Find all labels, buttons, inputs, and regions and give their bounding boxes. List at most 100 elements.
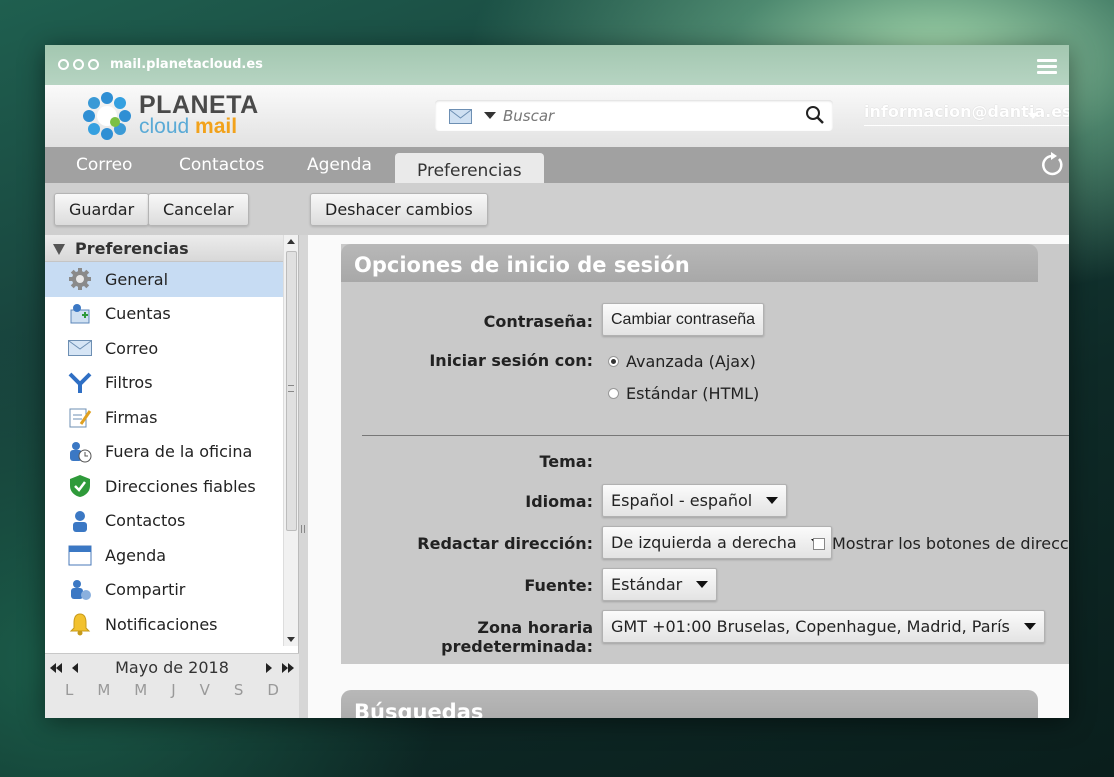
show-direction-buttons[interactable]: Mostrar los botones de dirección	[813, 534, 1069, 553]
out-of-office-icon	[67, 439, 93, 465]
search-icon[interactable]	[805, 105, 825, 125]
envelope-icon	[67, 335, 93, 361]
sidebar-header[interactable]: Preferencias	[45, 235, 298, 262]
timezone-select[interactable]: GMT +01:00 Bruselas, Copenhague, Madrid,…	[602, 610, 1045, 643]
pane-splitter[interactable]	[299, 235, 308, 718]
mini-calendar: Mayo de 2018 L M M J V S D	[45, 653, 299, 718]
browser-window: mail.planetacloud.es PLANETA cloud mail	[45, 45, 1069, 718]
window-control-dot[interactable]	[58, 59, 69, 70]
logo-title: PLANETA	[139, 91, 259, 119]
scrollbar-grip-icon	[288, 385, 294, 392]
sidebar-item-compartir[interactable]: Compartir	[45, 573, 283, 608]
font-select[interactable]: Estándar	[602, 568, 718, 601]
sidebar-item-notificaciones[interactable]: Notificaciones	[45, 607, 283, 642]
sidebar-item-label: Direcciones fiables	[105, 476, 256, 496]
logo-subtitle: cloud mail	[139, 116, 259, 138]
preferences-sidebar: Preferencias General Cuentas Correo Filt…	[45, 235, 299, 718]
sidebar-item-label: Fuera de la oficina	[105, 442, 253, 462]
sidebar-scrollbar[interactable]	[283, 235, 298, 646]
sidebar-item-general[interactable]: General	[45, 262, 283, 297]
theme-label: Tema:	[539, 452, 593, 471]
sidebar-item-filtros[interactable]: Filtros	[45, 366, 283, 401]
prev-month-icon[interactable]	[72, 662, 78, 673]
weekday-label: S	[233, 681, 244, 699]
refresh-icon[interactable]	[1039, 152, 1065, 178]
chevron-down-icon	[766, 497, 779, 504]
checkbox-label: Mostrar los botones de dirección	[832, 534, 1069, 553]
show-direction-checkbox[interactable]	[813, 537, 825, 550]
window-control-dot[interactable]	[73, 59, 84, 70]
next-month-icon[interactable]	[266, 662, 272, 673]
tab-contactos[interactable]: Contactos	[179, 147, 264, 183]
timezone-label: Zona horaria predeterminada:	[441, 618, 593, 656]
sidebar-item-label: Notificaciones	[105, 614, 218, 634]
accounts-icon	[67, 301, 93, 327]
logo-mail-text: mail	[195, 115, 238, 138]
radio-html[interactable]	[608, 388, 619, 399]
scroll-up-arrow-icon[interactable]	[287, 239, 295, 244]
weekday-label: M	[134, 681, 148, 699]
window-control-dot[interactable]	[88, 59, 99, 70]
bell-icon	[67, 611, 93, 637]
font-label: Fuente:	[524, 576, 593, 595]
search-type-dropdown[interactable]	[484, 112, 496, 119]
search-input[interactable]	[503, 105, 793, 127]
tab-agenda[interactable]: Agenda	[307, 147, 372, 183]
chevron-down-icon	[696, 581, 709, 588]
user-account-menu[interactable]: informacion@dantia.es	[864, 102, 1069, 126]
app-logo[interactable]: PLANETA cloud mail	[81, 90, 259, 142]
weekday-label: V	[199, 681, 210, 699]
sidebar-item-correo[interactable]: Correo	[45, 331, 283, 366]
searches-section-title: Búsquedas	[341, 690, 1038, 718]
sidebar-item-label: General	[105, 269, 169, 289]
logo-cloud-text: cloud	[139, 115, 196, 138]
calendar-weekdays: L M M J V S D	[45, 681, 299, 699]
login-option-html[interactable]: Estándar (HTML)	[608, 384, 759, 403]
tab-preferencias[interactable]: Preferencias	[395, 153, 544, 183]
weekday-label: D	[267, 681, 279, 699]
share-icon	[67, 577, 93, 603]
gear-icon	[67, 266, 93, 292]
chevron-down-icon	[1023, 623, 1036, 630]
radio-ajax[interactable]	[608, 356, 619, 367]
window-controls[interactable]	[58, 59, 99, 70]
compose-direction-select[interactable]: De izquierda a derecha	[602, 526, 832, 559]
weekday-label: L	[64, 681, 74, 699]
envelope-icon[interactable]	[449, 109, 472, 124]
password-label: Contraseña:	[483, 312, 593, 331]
sidebar-item-label: Filtros	[105, 373, 153, 393]
address-url[interactable]: mail.planetacloud.es	[110, 57, 263, 72]
sidebar-item-label: Contactos	[105, 511, 186, 531]
language-value: Español - español	[611, 491, 753, 510]
cancel-button[interactable]: Cancelar	[148, 193, 249, 226]
undo-changes-button[interactable]: Deshacer cambios	[310, 193, 488, 226]
weekday-label: J	[171, 681, 176, 699]
menu-icon[interactable]	[1037, 59, 1057, 77]
compose-direction-label: Redactar dirección:	[417, 534, 593, 553]
chevron-down-icon[interactable]	[1028, 113, 1038, 119]
sidebar-item-direcciones-fiables[interactable]: Direcciones fiables	[45, 469, 283, 504]
login-with-label: Iniciar sesión con:	[429, 351, 593, 370]
sidebar-item-firmas[interactable]: Firmas	[45, 400, 283, 435]
prev-year-icon[interactable]	[50, 662, 62, 673]
scroll-down-arrow-icon[interactable]	[287, 637, 295, 642]
section-divider	[362, 435, 1069, 436]
sidebar-item-contactos[interactable]: Contactos	[45, 504, 283, 539]
compose-direction-value: De izquierda a derecha	[611, 533, 797, 552]
sidebar-item-agenda[interactable]: Agenda	[45, 538, 283, 573]
collapse-triangle-icon[interactable]	[53, 244, 65, 255]
save-button[interactable]: Guardar	[54, 193, 150, 226]
sidebar-item-label: Firmas	[105, 407, 158, 427]
sidebar-item-cuentas[interactable]: Cuentas	[45, 297, 283, 332]
font-value: Estándar	[611, 575, 683, 594]
language-select[interactable]: Español - español	[602, 484, 788, 517]
preferences-content: Opciones de inicio de sesión Contraseña:…	[308, 235, 1069, 718]
login-option-ajax[interactable]: Avanzada (Ajax)	[608, 352, 756, 371]
change-password-button[interactable]: Cambiar contraseña	[602, 303, 765, 336]
calendar-month[interactable]: Mayo de 2018	[83, 658, 261, 677]
tab-correo[interactable]: Correo	[76, 147, 132, 183]
next-year-icon[interactable]	[282, 662, 294, 673]
toolbar: Guardar Cancelar Deshacer cambios	[45, 183, 1069, 235]
sidebar-item-fuera-oficina[interactable]: Fuera de la oficina	[45, 435, 283, 470]
sidebar-list: General Cuentas Correo Filtros Firmas Fu…	[45, 262, 283, 646]
